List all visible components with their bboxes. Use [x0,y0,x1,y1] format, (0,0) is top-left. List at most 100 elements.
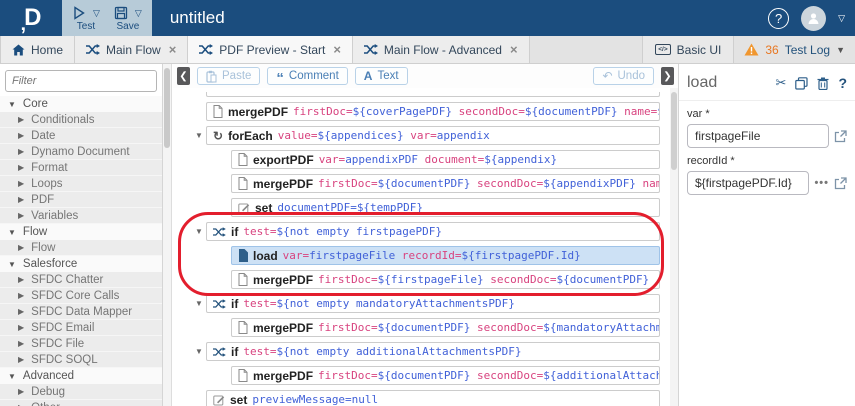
flow-step-mergePDF[interactable]: mergePDF firstDoc=${coverPagePDF} secondD… [206,102,660,121]
collapse-caret-icon[interactable]: ▼ [188,342,206,356]
close-icon[interactable]: × [333,42,341,57]
flow-step-partial[interactable] [206,92,660,97]
tree-item-dynamo-document[interactable]: ▶ Dynamo Document [0,144,162,160]
save-button[interactable]: ▽ Save [114,0,142,36]
test-dropdown-icon[interactable]: ▽ [93,8,100,19]
collapse-caret-icon[interactable]: ▼ [188,294,206,308]
tree-item-sfdc-soql[interactable]: ▶ SFDC SOQL [0,352,162,368]
inspector-title: load [687,74,718,91]
tree-item-conditionals[interactable]: ▶ Conditionals [0,112,162,128]
collapse-caret-icon[interactable]: ▼ [188,222,206,236]
step-name: mergePDF [253,272,314,287]
recordid-picker-ellipsis[interactable]: ••• [814,177,829,189]
tree-item-date[interactable]: ▶ Date [0,128,162,144]
tab-pdf-preview-start[interactable]: PDF Preview - Start × [188,36,353,63]
step-inspector-panel: load ✂ ? var * recordId * ••• [678,64,855,406]
save-button-label: Save [116,21,140,32]
flow-step-if[interactable]: if test=${not empty mandatoryAttachmentsP… [206,294,660,313]
collapse-caret-icon[interactable]: ▼ [188,126,206,140]
tree-item-sfdc-file[interactable]: ▶ SFDC File [0,336,162,352]
chevron-right-icon: ▶ [18,115,25,124]
recordid-external-link-icon[interactable] [834,176,847,190]
tab-main-flow-advanced[interactable]: Main Flow - Advanced × [352,36,530,63]
flow-step-if[interactable]: if test=${not empty firstpagePDF} [206,222,660,241]
basic-ui-label: Basic UI [676,42,722,57]
flow-step-forEach[interactable]: ↻ forEach value=${appendices} var=appendix [206,126,660,145]
tree-item-sfdc-core-calls[interactable]: ▶ SFDC Core Calls [0,288,162,304]
collapse-left-panel-icon[interactable]: ❮ [177,67,190,85]
param-value: ${additionalAttachmentsPDF} [543,369,659,382]
flow-step-mergePDF[interactable]: mergePDF firstDoc=${documentPDF} secondDo… [231,366,660,385]
test-button[interactable]: ▽ Test [72,0,100,36]
close-icon[interactable]: × [510,42,518,57]
tree-section-salesforce[interactable]: ▼ Salesforce [0,256,162,272]
delete-icon[interactable] [817,77,829,90]
tree-item-format[interactable]: ▶ Format [0,160,162,176]
tree-item-variables[interactable]: ▶ Variables [0,208,162,224]
close-icon[interactable]: × [169,42,177,57]
pdf-document-icon [238,321,248,334]
file-load-icon [238,249,248,262]
canvas-scrollbar-thumb[interactable] [671,92,677,170]
user-menu-caret-icon[interactable]: ▽ [838,13,845,24]
tab-home[interactable]: Home [0,36,76,63]
flow-step-if[interactable]: if test=${not empty additionalAttachments… [206,342,660,361]
paste-button[interactable]: Paste [197,67,261,85]
tree-item-sfdc-data-mapper[interactable]: ▶ SFDC Data Mapper [0,304,162,320]
canvas-scrollbar[interactable] [670,88,678,406]
flow-step-set[interactable]: set documentPDF=${tempPDF} [231,198,660,217]
step-name: if [231,344,239,359]
flow-step-mergePDF[interactable]: mergePDF firstDoc=${documentPDF} secondDo… [231,174,660,193]
tree-item-label: Other [31,402,60,406]
comment-button[interactable]: “ Comment [267,67,348,86]
tree-item-label: Dynamo Document [31,145,130,158]
tree-item-pdf[interactable]: ▶ PDF [0,192,162,208]
tree-item-debug[interactable]: ▶ Debug [0,384,162,400]
tree-item-loops[interactable]: ▶ Loops [0,176,162,192]
var-external-link-icon[interactable] [834,129,847,143]
tree-item-flow[interactable]: ▶ Flow [0,240,162,256]
home-icon [12,44,25,56]
copy-icon[interactable] [795,76,809,90]
step-name: mergePDF [228,104,289,119]
cut-icon[interactable]: ✂ [776,75,787,91]
inspector-help-icon[interactable]: ? [838,75,847,91]
tab-main-flow[interactable]: Main Flow × [75,36,189,63]
param-name: name= [642,177,659,190]
param-value: ${documentPDF} [377,369,471,382]
app-logo[interactable]: ‚ D [0,0,62,36]
flow-canvas: ❮ Paste “ Comment A Text ↶ Undo ❯ mergeP… [173,64,678,406]
var-field: var * [679,101,855,148]
help-icon[interactable]: ? [768,7,790,29]
tree-item-label: SFDC File [31,337,85,350]
var-input[interactable] [687,124,829,148]
basic-ui-button[interactable]: </> Basic UI [642,36,735,63]
warning-icon [744,43,759,56]
param-name: var= [649,273,659,286]
tree-section-advanced[interactable]: ▼ Advanced [0,368,162,384]
step-parameters: test=${not empty additionalAttachmentsPD… [243,345,521,358]
tree-item-sfdc-chatter[interactable]: ▶ SFDC Chatter [0,272,162,288]
flow-step-set[interactable]: set previewMessage=null [206,390,660,406]
avatar[interactable] [801,5,827,31]
tree-item-sfdc-email[interactable]: ▶ SFDC Email [0,320,162,336]
tree-section-flow[interactable]: ▼ Flow [0,224,162,240]
recordid-input[interactable] [687,171,810,195]
test-log-button[interactable]: 36 Test Log ▼ [734,36,855,63]
step-name: set [230,392,248,406]
filter-input[interactable] [5,70,157,92]
flow-row: ▼ if test=${not empty additionalAttachment… [188,342,660,361]
flow-step-mergePDF[interactable]: mergePDF firstDoc=${documentPDF} secondDo… [231,318,660,337]
undo-button[interactable]: ↶ Undo [593,67,654,85]
flow-step-load[interactable]: load var=firstpageFile recordId=${firstpa… [231,246,660,265]
tree-section-core[interactable]: ▼ Core [0,96,162,112]
tree-item-other[interactable]: ▶Other [0,400,162,406]
sidebar-scrollbar[interactable] [163,64,172,406]
flow-step-exportPDF[interactable]: exportPDF var=appendixPDF document=${appe… [231,150,660,169]
run-button-group: ▽ Test ▽ Save [62,0,152,36]
sidebar-scrollbar-thumb[interactable] [164,68,170,148]
flow-step-mergePDF[interactable]: mergePDF firstDoc=${firstpageFile} second… [231,270,660,289]
text-button[interactable]: A Text [354,67,408,85]
collapse-right-panel-icon[interactable]: ❯ [661,67,674,85]
save-dropdown-icon[interactable]: ▽ [135,8,142,19]
